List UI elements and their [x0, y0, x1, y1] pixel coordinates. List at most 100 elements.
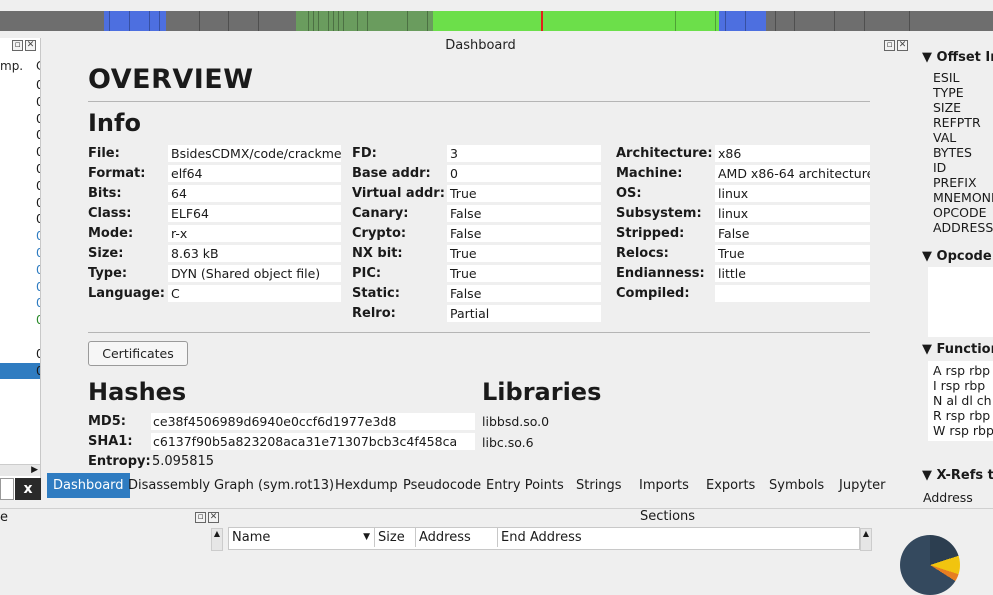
xrefs-address-column[interactable]: Address [923, 490, 973, 505]
info-label: Bits: [88, 186, 122, 201]
close-icon[interactable]: ✕ [208, 512, 219, 523]
float-icon[interactable]: ▫ [195, 512, 206, 523]
info-value[interactable]: 0 [447, 165, 601, 182]
address-navbar[interactable] [0, 11, 993, 31]
sha1-value[interactable]: c6137f90b5a823208aca31e71307bcb3c4f458ca [151, 433, 475, 450]
tab-disassembly[interactable]: Disassembly [122, 473, 216, 498]
tab-pseudocode[interactable]: Pseudocode [397, 473, 487, 498]
tab-dashboard[interactable]: Dashboard [47, 473, 130, 498]
md5-value[interactable]: ce38f4506989d6940e0ccf6d1977e3d8 [151, 413, 475, 430]
info-value[interactable]: C [168, 285, 341, 302]
info-value[interactable]: little [715, 265, 870, 282]
info-value[interactable]: 64 [168, 185, 341, 202]
column-name[interactable]: Name ▼ [229, 528, 375, 547]
function-item[interactable]: I rsp rbp [933, 378, 985, 393]
info-label: File: [88, 146, 120, 161]
navbar-segment[interactable] [765, 11, 993, 31]
info-value[interactable]: BsidesCDMX/code/crackme1 [168, 145, 341, 162]
navbar-segment[interactable] [165, 11, 296, 31]
sections-table[interactable]: Name ▼ Size Address End Address [228, 527, 860, 550]
info-value[interactable]: True [715, 245, 870, 262]
info-value[interactable]: False [715, 225, 870, 242]
tab-strings[interactable]: Strings [570, 473, 628, 498]
info-value[interactable]: ELF64 [168, 205, 341, 222]
navbar-segment[interactable] [104, 11, 166, 31]
tab-entry-points[interactable]: Entry Points [480, 473, 570, 498]
info-value[interactable]: Partial [447, 305, 601, 322]
tab-jupyter[interactable]: Jupyter [833, 473, 891, 498]
info-value[interactable]: linux [715, 185, 870, 202]
offset-item[interactable]: BYTES [933, 145, 972, 160]
info-value[interactable]: elf64 [168, 165, 341, 182]
offset-section-header[interactable]: ▼ Offset In [922, 50, 993, 65]
info-value[interactable]: r-x [168, 225, 341, 242]
close-icon[interactable]: ✕ [897, 40, 908, 51]
sort-icon[interactable]: ▼ [363, 528, 370, 547]
navbar-segment[interactable] [0, 11, 105, 31]
info-row: Bits: 64 [88, 185, 341, 202]
scroll-right-icon[interactable]: ▶ [31, 465, 38, 475]
scroll-up-icon[interactable]: ▲ [860, 528, 872, 551]
info-label: PIC: [352, 266, 382, 281]
info-value[interactable]: 3 [447, 145, 601, 162]
info-value[interactable] [715, 285, 870, 302]
tab-graph-sym-rot13[interactable]: Graph (sym.rot13) [208, 473, 340, 498]
close-icon[interactable]: ✕ [25, 40, 36, 51]
clear-filter-button[interactable]: x [15, 478, 41, 500]
info-row: PIC: True [352, 265, 601, 282]
horizontal-scrollbar[interactable]: ▶ [0, 464, 40, 476]
scroll-up-icon[interactable]: ▲ [211, 528, 223, 551]
xrefs-section-header[interactable]: ▼ X-Refs t [922, 468, 993, 483]
certificates-button[interactable]: Certificates [88, 341, 188, 366]
tab-exports[interactable]: Exports [700, 473, 761, 498]
offset-item[interactable]: ESIL [933, 70, 959, 85]
offset-item[interactable]: ADDRESS [933, 220, 993, 235]
navbar-segment[interactable] [718, 11, 766, 31]
function-section-header[interactable]: ▼ Function [922, 342, 993, 357]
column-end-address[interactable]: End Address [498, 528, 859, 547]
opcode-section-title: Opcode [936, 249, 992, 264]
info-value[interactable]: x86 [715, 145, 870, 162]
offset-item[interactable]: ID [933, 160, 946, 175]
info-value[interactable]: 8.63 kB [168, 245, 341, 262]
tab-bar: Dashboard Disassembly Graph (sym.rot13) Hex… [41, 473, 920, 499]
float-icon[interactable]: ▫ [12, 40, 23, 51]
navbar-tick [426, 11, 428, 31]
info-value[interactable]: True [447, 245, 601, 262]
divider [88, 101, 870, 102]
info-value[interactable]: False [447, 205, 601, 222]
function-item[interactable]: W rsp rbp [933, 423, 993, 438]
offset-item[interactable]: OPCODE [933, 205, 986, 220]
info-value[interactable]: AMD x86-64 architecture [715, 165, 870, 182]
tab-imports[interactable]: Imports [633, 473, 695, 498]
function-item[interactable]: N al dl ch [933, 393, 992, 408]
filter-input[interactable] [0, 478, 14, 500]
info-value[interactable]: True [447, 185, 601, 202]
offset-item[interactable]: REFPTR [933, 115, 981, 130]
info-value[interactable]: False [447, 225, 601, 242]
info-value[interactable]: False [447, 285, 601, 302]
column-name-label: Name [232, 530, 271, 545]
selected-row[interactable] [0, 363, 40, 379]
offset-item[interactable]: MNEMONIC [933, 190, 993, 205]
navbar-tick [228, 11, 230, 31]
offset-item[interactable]: SIZE [933, 100, 961, 115]
info-value[interactable]: linux [715, 205, 870, 222]
offset-item[interactable]: VAL [933, 130, 956, 145]
column-address[interactable]: Address [416, 528, 498, 547]
info-value[interactable]: DYN (Shared object file) [168, 265, 341, 282]
function-item[interactable]: R rsp rbp [933, 408, 990, 423]
function-item[interactable]: A rsp rbp [933, 363, 990, 378]
navbar-segment[interactable] [295, 11, 433, 31]
info-value[interactable]: True [447, 265, 601, 282]
offset-item[interactable]: PREFIX [933, 175, 977, 190]
float-icon[interactable]: ▫ [884, 40, 895, 51]
navbar-tick [337, 11, 339, 31]
offset-item[interactable]: TYPE [933, 85, 964, 100]
column-size[interactable]: Size [375, 528, 416, 547]
tab-hexdump[interactable]: Hexdump [329, 473, 404, 498]
column-header-imp[interactable]: mp. [0, 59, 23, 73]
opcode-section-header[interactable]: ▼ Opcode [922, 249, 992, 264]
tab-symbols[interactable]: Symbols [763, 473, 830, 498]
info-label: Stripped: [616, 226, 685, 241]
